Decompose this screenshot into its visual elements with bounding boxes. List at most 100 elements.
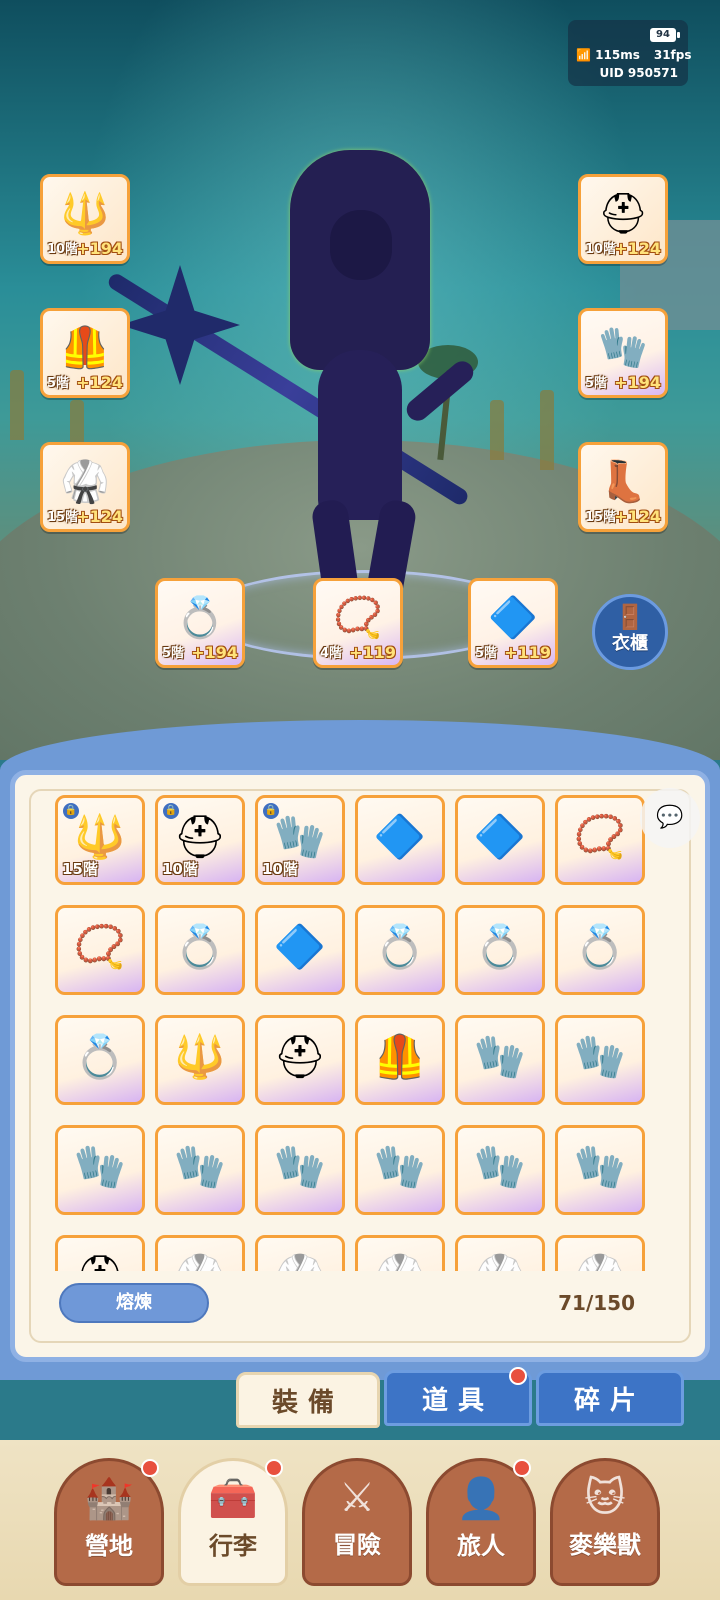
inventory-item[interactable]: 💍 — [355, 905, 445, 995]
inventory-item[interactable]: 💍 — [55, 1015, 145, 1105]
inventory-item[interactable]: 🧤 — [555, 1125, 645, 1215]
nav-chest[interactable]: 🧰 行李 — [178, 1458, 288, 1586]
equip-slot-right-2[interactable]: 🧤 5階 +194 — [578, 308, 668, 398]
notification-badge — [141, 1459, 159, 1477]
inventory-item[interactable]: 🧤 — [455, 1125, 545, 1215]
inventory-item[interactable]: 🔒 ⛑ 10階 — [155, 795, 245, 885]
inventory-capacity: 71/150 — [558, 1291, 635, 1315]
character-body — [318, 350, 402, 520]
armor-icon: 🦺 — [373, 1031, 427, 1081]
gauntlet-icon: 🧤 — [473, 1031, 527, 1081]
equip-slot-bottom-3[interactable]: 🔷 5階 +119 — [468, 578, 558, 668]
tier-label: 15階 — [62, 860, 98, 878]
armor-icon: 🦺 — [60, 324, 110, 371]
ring-icon: 💍 — [173, 921, 227, 971]
gauntlet-icon: 🧤 — [598, 324, 648, 371]
necklace-icon: 📿 — [333, 594, 383, 641]
equip-slot-right-1[interactable]: ⛑ 10階 +124 — [578, 174, 668, 264]
nav-label: 行李 — [209, 1532, 257, 1560]
chest-icon: 🧰 — [208, 1476, 258, 1522]
tier-label: 10階 — [585, 242, 617, 257]
inventory-item[interactable]: 🥋 — [155, 1235, 245, 1271]
inventory-item[interactable]: 🥋 — [555, 1235, 645, 1271]
helmet-icon: ⛑ — [73, 1255, 126, 1271]
robe-icon: 🥋 — [274, 1255, 326, 1271]
amulet-icon: 🔷 — [273, 921, 327, 971]
nav-castle[interactable]: 🏰 營地 — [54, 1458, 164, 1586]
tier-label: 5階 — [162, 646, 185, 661]
helmet-icon: ⛑ — [273, 1031, 327, 1081]
tier-label: 10階 — [262, 860, 298, 878]
uid-text: UID 950571 — [599, 66, 678, 80]
nav-swords[interactable]: ⚔ 冒險 — [302, 1458, 412, 1586]
inventory-item[interactable]: 🧤 — [55, 1125, 145, 1215]
wifi-icon: 📶 — [576, 48, 591, 62]
tab-items-label: 道具 — [421, 1386, 494, 1416]
tier-label: 10階 — [47, 242, 79, 257]
chat-icon[interactable]: 💬 — [640, 788, 700, 848]
inventory-item[interactable]: ⛑ — [55, 1235, 145, 1271]
equip-slot-bottom-1[interactable]: 💍 5階 +194 — [155, 578, 245, 668]
inventory-item[interactable]: 🥋 — [355, 1235, 445, 1271]
inventory-scroll-area[interactable]: 🔒🔱15階🔒⛑10階🔒🧤10階 🔷 🔷 📿 📿 💍 🔷 💍 💍 💍 💍 🔱 ⛑ 🦺 🧤 🧤 🧤 🧤 🧤 🧤 🧤 🧤 ⛑ 🥋 🥋 🥋… — [55, 795, 675, 1271]
inventory-item[interactable]: 🥋 — [455, 1235, 545, 1271]
inventory-item[interactable]: 🔒 🔱 15階 — [55, 795, 145, 885]
smelt-button[interactable]: 熔煉 — [59, 1283, 209, 1323]
equip-slot-left-1[interactable]: 🔱 10階 +194 — [40, 174, 130, 264]
inventory-item[interactable]: 🔷 — [355, 795, 445, 885]
nav-traveler[interactable]: 👤 旅人 — [426, 1458, 536, 1586]
tier-label: 4階 — [320, 646, 343, 661]
equip-slot-left-2[interactable]: 🦺 5階 +124 — [40, 308, 130, 398]
fps-text: 31fps — [653, 48, 692, 62]
notification-badge — [513, 1459, 531, 1477]
inventory-item[interactable]: 🔷 — [255, 905, 345, 995]
equip-slot-bottom-2[interactable]: 📿 4階 +119 — [313, 578, 403, 668]
inventory-item[interactable]: 💍 — [555, 905, 645, 995]
equip-slot-right-3[interactable]: 👢 15階 +124 — [578, 442, 668, 532]
inventory-item[interactable]: 🔱 — [155, 1015, 245, 1105]
character-model[interactable] — [260, 150, 500, 643]
inventory-item[interactable]: 💍 — [455, 905, 545, 995]
wardrobe-icon: 🚪 — [615, 603, 645, 631]
network-stats: 📶 115ms 31fps — [576, 48, 692, 62]
tier-label: 15階 — [585, 510, 617, 525]
enhance-level: +124 — [614, 507, 661, 526]
ring-icon: 💍 — [473, 921, 527, 971]
grass — [540, 390, 554, 470]
notification-badge — [265, 1459, 283, 1477]
tab-shards[interactable]: 碎片 — [536, 1370, 684, 1426]
nav-label: 冒險 — [333, 1531, 381, 1559]
inventory-item[interactable]: 📿 — [555, 795, 645, 885]
gauntlet-icon: 🧤 — [173, 1141, 227, 1191]
ring-icon: 💍 — [573, 921, 627, 971]
ping-text: 115ms — [595, 48, 640, 62]
enhance-level: +119 — [349, 643, 396, 662]
character-face — [330, 210, 392, 280]
inventory-item[interactable]: 🧤 — [455, 1015, 545, 1105]
inventory-item[interactable]: 🧤 — [155, 1125, 245, 1215]
equip-slot-left-3[interactable]: 🥋 15階 +124 — [40, 442, 130, 532]
inventory-item[interactable]: 📿 — [55, 905, 145, 995]
character-weapon-head — [120, 265, 240, 385]
wardrobe-button[interactable]: 🚪 衣櫃 — [592, 594, 668, 670]
tab-items[interactable]: 道具 — [384, 1367, 532, 1426]
inventory-item[interactable]: 🧤 — [355, 1125, 445, 1215]
halberd-icon: 🔱 — [60, 190, 110, 237]
tier-label: 10階 — [162, 860, 198, 878]
nav-cat[interactable]: 🐱 麥樂獸 — [550, 1458, 660, 1586]
robe-icon: 🥋 — [174, 1255, 226, 1271]
inventory-item[interactable]: 🔒 🧤 10階 — [255, 795, 345, 885]
inventory-item[interactable]: 💍 — [155, 905, 245, 995]
traveler-icon: 👤 — [456, 1476, 506, 1522]
inventory-item[interactable]: 🔷 — [455, 795, 545, 885]
tier-label: 5階 — [47, 376, 70, 391]
halberd-icon: 🔱 — [73, 811, 127, 861]
inventory-item[interactable]: 🧤 — [555, 1015, 645, 1105]
enhance-level: +119 — [504, 643, 551, 662]
inventory-item[interactable]: ⛑ — [255, 1015, 345, 1105]
tab-equipment[interactable]: 裝備 — [236, 1372, 380, 1428]
robe-icon: 🥋 — [374, 1255, 426, 1271]
inventory-item[interactable]: 🧤 — [255, 1125, 345, 1215]
inventory-item[interactable]: 🦺 — [355, 1015, 445, 1105]
inventory-item[interactable]: 🥋 — [255, 1235, 345, 1271]
